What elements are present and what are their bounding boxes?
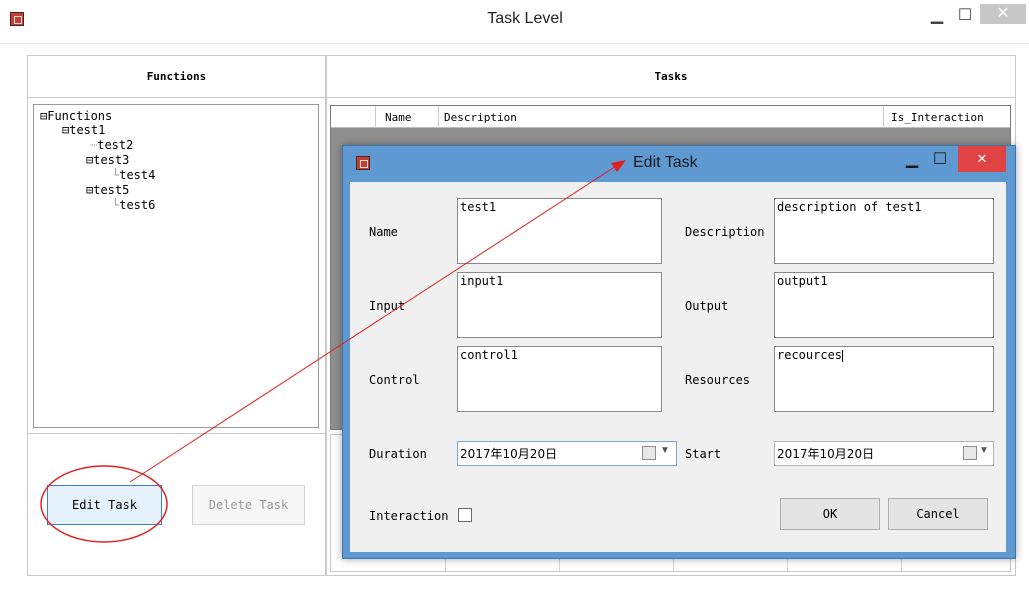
annotation-overlay: [40, 160, 626, 543]
highlight-ellipse: [40, 465, 168, 543]
annotation-arrow-line: [129, 165, 617, 483]
annotation-arrowhead: [611, 160, 626, 172]
